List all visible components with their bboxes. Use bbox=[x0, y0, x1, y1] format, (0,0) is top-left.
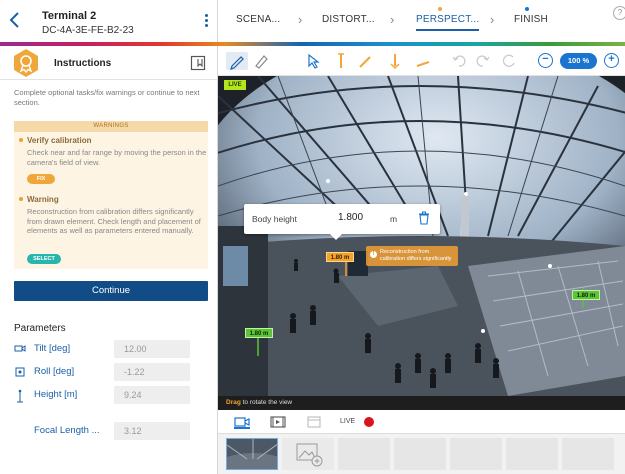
video-playback-icon[interactable] bbox=[270, 415, 286, 429]
snapshot-icon[interactable] bbox=[306, 415, 322, 429]
param-value: -1.22 bbox=[114, 363, 190, 381]
warning-item-body: Check near and far range by moving the p… bbox=[27, 148, 207, 167]
zoom-level[interactable]: 100 % bbox=[560, 53, 597, 69]
zoom-in-button[interactable]: + bbox=[604, 53, 619, 68]
height-line-icon[interactable] bbox=[386, 52, 404, 70]
device-name: Terminal 2 bbox=[42, 10, 97, 22]
instructions-title: Instructions bbox=[54, 58, 112, 69]
continue-button[interactable]: Continue bbox=[14, 281, 208, 301]
hint-text: Drag to rotate the view bbox=[226, 399, 293, 406]
warnings-banner: WARNINGS bbox=[14, 121, 208, 132]
chevron-left-icon bbox=[9, 12, 19, 28]
empty-thumbnail-slot bbox=[394, 438, 446, 470]
body-height-input[interactable]: 1.800 bbox=[338, 212, 363, 223]
add-snapshot-button[interactable] bbox=[282, 438, 334, 470]
diagonal-line-icon[interactable] bbox=[356, 52, 374, 70]
step-finish[interactable]: FINISH bbox=[514, 14, 548, 25]
camera-icon[interactable] bbox=[234, 415, 250, 429]
param-label[interactable]: Tilt [deg] bbox=[34, 343, 70, 354]
chevron-right-icon: › bbox=[298, 12, 303, 27]
redo-icon[interactable] bbox=[474, 52, 492, 70]
height-icon bbox=[14, 389, 26, 403]
zoom-out-button[interactable]: − bbox=[538, 53, 553, 68]
empty-thumbnail-slot bbox=[450, 438, 502, 470]
device-mac: DC-4A-3E-FE-B2-23 bbox=[42, 25, 134, 36]
help-icon[interactable]: ? bbox=[613, 6, 625, 20]
live-label: LIVE bbox=[340, 418, 356, 425]
pencil-icon[interactable] bbox=[226, 52, 248, 70]
empty-thumbnail-slot bbox=[562, 438, 614, 470]
empty-thumbnail-slot bbox=[506, 438, 558, 470]
param-label[interactable]: Focal Length ... bbox=[34, 425, 99, 436]
drawing-toolbar: − 100 % + bbox=[218, 46, 625, 76]
step-status-dot bbox=[525, 7, 529, 11]
calibration-warning-tooltip: Reconstruction from calibration differs … bbox=[366, 246, 458, 266]
body-height-label: Body height bbox=[252, 214, 297, 224]
bookmark-icon[interactable] bbox=[190, 55, 206, 71]
add-image-icon bbox=[296, 443, 323, 467]
wizard-steps: SCENA... › DISTORT... › PERSPECT... › FI… bbox=[218, 0, 625, 42]
stream-controls: LIVE bbox=[218, 410, 625, 434]
more-menu-icon[interactable] bbox=[205, 14, 209, 29]
param-row-height: Height [m] 9.24 bbox=[14, 386, 210, 404]
app-root: Terminal 2 DC-4A-3E-FE-B2-23 Instruction… bbox=[0, 0, 625, 474]
back-button[interactable] bbox=[8, 10, 26, 32]
roll-icon bbox=[14, 366, 26, 378]
warning-item-title: Verify calibration bbox=[19, 136, 91, 145]
param-row-tilt: Tilt [deg] 12.00 bbox=[14, 340, 210, 358]
tilt-icon bbox=[14, 343, 26, 355]
param-row-roll: Roll [deg] -1.22 bbox=[14, 363, 210, 381]
body-height-unit: m bbox=[390, 214, 398, 224]
empty-thumbnail-slot bbox=[338, 438, 390, 470]
select-button[interactable]: SELECT bbox=[27, 254, 61, 264]
step-scene[interactable]: SCENA... bbox=[236, 14, 280, 25]
terminal-scene-image bbox=[218, 76, 625, 396]
instructions-header: Instructions bbox=[0, 46, 218, 80]
param-label[interactable]: Height [m] bbox=[34, 389, 77, 400]
horizontal-line-icon[interactable] bbox=[414, 52, 432, 70]
undo-icon[interactable] bbox=[450, 52, 468, 70]
warning-item-title: Warning bbox=[19, 195, 59, 204]
fix-button[interactable]: FIX bbox=[27, 174, 55, 184]
step-distortion[interactable]: DISTORT... bbox=[322, 14, 375, 25]
hint-bar: Drag to rotate the view bbox=[218, 396, 625, 410]
chevron-right-icon: › bbox=[390, 12, 395, 27]
body-height-popup: Body height 1.800 m bbox=[244, 204, 440, 240]
param-row-focal-length: Focal Length ... 3.12 bbox=[14, 422, 210, 440]
warning-item-body: Reconstruction from calibration differs … bbox=[27, 207, 201, 235]
step-warning-dot bbox=[438, 7, 442, 11]
warnings-box: WARNINGS Verify calibration Check near a… bbox=[14, 121, 208, 269]
param-value: 12.00 bbox=[114, 340, 190, 358]
param-label[interactable]: Roll [deg] bbox=[34, 366, 74, 377]
measurement-label-selected[interactable]: 1.80 m bbox=[326, 252, 354, 262]
vertical-line-icon[interactable] bbox=[332, 52, 350, 70]
chevron-right-icon: › bbox=[490, 12, 495, 27]
popup-arrow bbox=[330, 234, 342, 240]
trash-icon[interactable] bbox=[418, 211, 430, 225]
step-perspective[interactable]: PERSPECT... bbox=[416, 14, 480, 31]
camera-view[interactable]: LIVE Body height 1.800 m 1.80 m Reconstr… bbox=[218, 76, 625, 396]
measurement-label[interactable]: 1.80 m bbox=[245, 328, 273, 338]
snapshot-thumbnail[interactable] bbox=[226, 438, 278, 470]
pointer-icon[interactable] bbox=[304, 52, 322, 70]
param-value: 3.12 bbox=[114, 422, 190, 440]
record-button[interactable] bbox=[364, 417, 374, 427]
left-panel: Terminal 2 DC-4A-3E-FE-B2-23 Instruction… bbox=[0, 0, 218, 474]
reset-icon[interactable] bbox=[500, 52, 518, 70]
bottom-panel: LIVE bbox=[218, 410, 625, 474]
device-header: Terminal 2 DC-4A-3E-FE-B2-23 bbox=[0, 0, 218, 42]
parameters-title: Parameters bbox=[14, 323, 66, 334]
instructions-text: Complete optional tasks/fix warnings or … bbox=[14, 88, 200, 107]
param-value: 9.24 bbox=[114, 386, 190, 404]
eraser-icon[interactable] bbox=[252, 52, 270, 70]
measurement-label[interactable]: 1.80 m bbox=[572, 290, 600, 300]
instructions-badge-icon bbox=[12, 48, 40, 78]
live-tag: LIVE bbox=[224, 80, 246, 90]
